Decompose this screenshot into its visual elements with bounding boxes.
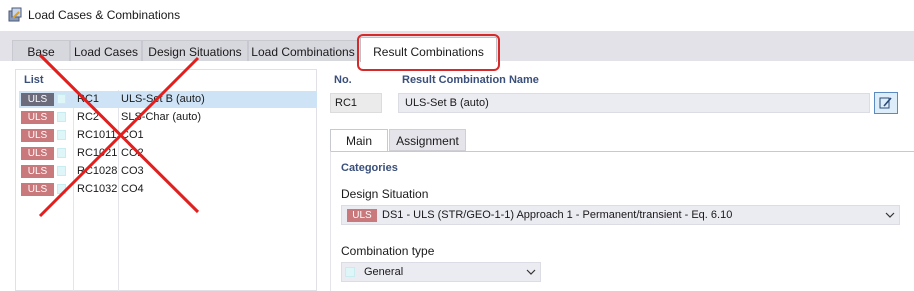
chevron-down-icon	[885, 212, 895, 218]
list-row-rc1028[interactable]: ULS RC1028 CO3	[19, 163, 317, 180]
name-field[interactable]: ULS-Set B (auto)	[398, 93, 870, 113]
tab-load-combinations[interactable]: Load Combinations	[248, 40, 358, 61]
design-situation-label: Design Situation	[341, 187, 429, 201]
row-number: RC1011	[77, 129, 117, 141]
highlight-frame	[357, 34, 500, 71]
uls-badge: ULS	[21, 165, 54, 178]
number-label: No.	[334, 74, 352, 86]
uls-badge: ULS	[347, 209, 377, 222]
subtab-assignment[interactable]: Assignment	[389, 129, 466, 151]
tab-design-situations[interactable]: Design Situations	[142, 40, 248, 61]
combination-type-label: Combination type	[341, 244, 435, 258]
color-swatch	[345, 267, 355, 277]
window-title: Load Cases & Combinations	[28, 8, 181, 22]
uls-badge: ULS	[21, 93, 54, 106]
edit-name-button[interactable]	[874, 92, 898, 114]
row-name: ULS-Set B (auto)	[121, 93, 205, 105]
row-number: RC2	[77, 111, 100, 123]
subtab-main[interactable]: Main	[330, 129, 388, 152]
list-row-rc1[interactable]: ULS RC1 ULS-Set B (auto)	[19, 91, 317, 108]
tab-load-cases[interactable]: Load Cases	[70, 40, 142, 61]
color-swatch	[57, 166, 66, 176]
chevron-down-icon	[526, 269, 536, 275]
title-bar: Load Cases & Combinations	[0, 0, 914, 31]
combination-type-select[interactable]: General	[341, 262, 541, 282]
list-panel: List ULS RC1 ULS-Set B (auto) ULS RC2 SL…	[15, 69, 317, 291]
color-swatch	[57, 112, 66, 122]
combination-type-value: General	[364, 266, 404, 278]
uls-badge: ULS	[21, 183, 54, 196]
name-label: Result Combination Name	[402, 74, 539, 86]
app-icon	[8, 7, 22, 22]
row-name: SLS-Char (auto)	[121, 111, 202, 123]
number-field: RC1	[330, 93, 382, 113]
tab-base[interactable]: Base	[12, 40, 70, 61]
row-name: CO3	[121, 165, 144, 177]
row-name: CO2	[121, 147, 144, 159]
list-row-rc1032[interactable]: ULS RC1032 CO4	[19, 181, 317, 198]
row-name: CO1	[121, 129, 144, 141]
color-swatch	[57, 130, 66, 140]
edit-icon	[879, 97, 892, 109]
color-swatch	[57, 148, 66, 158]
categories-heading: Categories	[341, 162, 398, 174]
color-swatch	[57, 184, 66, 194]
row-number: RC1028	[77, 165, 118, 177]
uls-badge: ULS	[21, 129, 54, 142]
list-row-rc2[interactable]: ULS RC2 SLS-Char (auto)	[19, 109, 317, 126]
design-situation-value: DS1 - ULS (STR/GEO-1-1) Approach 1 - Per…	[382, 209, 733, 221]
list-header: List	[24, 74, 44, 86]
row-number: RC1021	[77, 147, 118, 159]
color-swatch	[57, 94, 66, 104]
row-number: RC1	[77, 93, 100, 105]
row-name: CO4	[121, 183, 144, 195]
uls-badge: ULS	[21, 147, 54, 160]
list-row-rc1021[interactable]: ULS RC1021 CO2	[19, 145, 317, 162]
row-number: RC1032	[77, 183, 118, 195]
uls-badge: ULS	[21, 111, 54, 124]
design-situation-select[interactable]: ULS DS1 - ULS (STR/GEO-1-1) Approach 1 -…	[341, 205, 900, 225]
list-row-rc1011[interactable]: ULS RC1011 CO1	[19, 127, 317, 144]
